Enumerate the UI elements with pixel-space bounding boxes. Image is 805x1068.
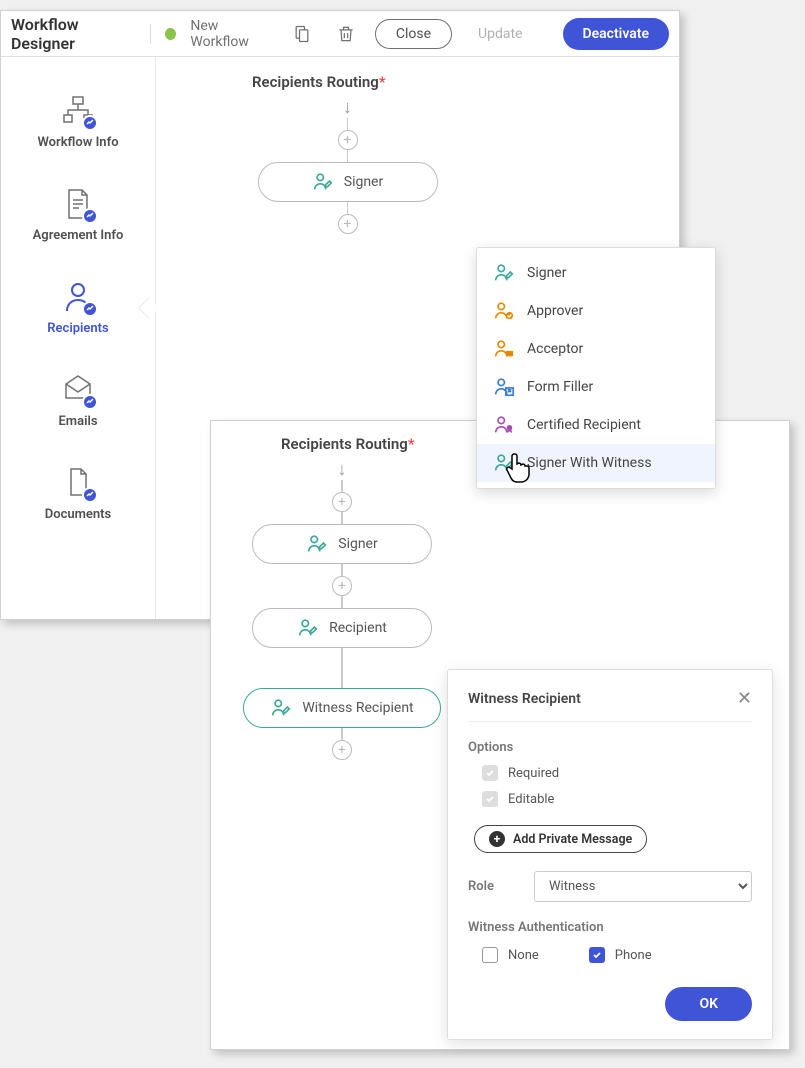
add-node-button[interactable]: + (332, 740, 352, 760)
sidebar-item-label: Emails (58, 414, 97, 429)
arrow-down-icon: ↓ (343, 97, 352, 118)
dropdown-item-form-filler[interactable]: Form Filler (477, 368, 715, 406)
checkbox-label: Editable (508, 792, 554, 807)
sidebar-item-label: Recipients (47, 321, 108, 336)
add-node-button[interactable]: + (338, 130, 358, 150)
approver-icon (493, 300, 515, 322)
form-filler-icon (493, 376, 515, 398)
signer-icon (297, 617, 319, 639)
recipient-node[interactable]: Recipient (252, 608, 432, 648)
status-dot-icon (165, 28, 176, 40)
dropdown-label: Acceptor (527, 341, 583, 357)
options-label: Options (468, 740, 752, 755)
node-label: Recipient (329, 620, 387, 636)
cursor-hand-icon (506, 452, 534, 488)
acceptor-icon (493, 338, 515, 360)
signer-icon (493, 262, 515, 284)
app-title: Workflow Designer (11, 15, 136, 53)
divider (150, 24, 151, 44)
auth-label: Witness Authentication (468, 920, 752, 935)
workflow-detail-window: Recipients Routing* ↓ + Signer + Recipie… (210, 420, 790, 1050)
node-label: Signer (338, 536, 377, 552)
editable-checkbox-row[interactable]: Editable (482, 791, 752, 807)
sidebar-item-recipients[interactable]: Recipients (1, 261, 155, 354)
dropdown-item-approver[interactable]: Approver (477, 292, 715, 330)
dropdown-item-certified-recipient[interactable]: Certified Recipient (477, 406, 715, 444)
witness-recipient-node[interactable]: Witness Recipient (243, 688, 440, 728)
none-checkbox-row[interactable]: None (482, 947, 539, 963)
signer-node[interactable]: Signer (252, 524, 432, 564)
clipboard-icon[interactable] (288, 18, 318, 50)
sidebar-item-emails[interactable]: Emails (1, 354, 155, 447)
person-icon (60, 279, 96, 315)
page-icon (60, 465, 96, 501)
envelope-icon (60, 372, 96, 408)
certified-icon (493, 414, 515, 436)
checkbox-label: None (508, 948, 539, 963)
node-label: Witness Recipient (302, 700, 413, 716)
dropdown-item-acceptor[interactable]: Acceptor (477, 330, 715, 368)
dropdown-label: Certified Recipient (527, 417, 641, 433)
checkbox-icon (482, 791, 498, 807)
signer-node[interactable]: Signer (258, 162, 438, 202)
sidebar-item-documents[interactable]: Documents (1, 447, 155, 540)
phone-checkbox-row[interactable]: Phone (589, 947, 652, 963)
required-checkbox-row[interactable]: Required (482, 765, 752, 781)
plus-icon: + (489, 831, 505, 847)
add-node-button[interactable]: + (332, 492, 352, 512)
checkbox-label: Required (508, 766, 559, 781)
signer-icon (270, 697, 292, 719)
status-label: New Workflow (190, 18, 273, 50)
node-label: Signer (344, 174, 383, 190)
signer-icon (306, 533, 328, 555)
panel-title: Witness Recipient (468, 691, 581, 707)
checkbox-icon (482, 947, 498, 963)
witness-recipient-panel: Witness Recipient ✕ Options Required Edi… (447, 669, 773, 1040)
update-button[interactable]: Update (466, 20, 534, 48)
ok-button[interactable]: OK (665, 987, 752, 1021)
dropdown-label: Form Filler (527, 379, 593, 395)
dropdown-label: Signer (527, 265, 566, 281)
checkbox-icon (589, 947, 605, 963)
arrow-down-icon: ↓ (338, 459, 347, 480)
add-node-button[interactable]: + (338, 214, 358, 234)
dropdown-label: Approver (527, 303, 583, 319)
checkbox-label: Phone (615, 948, 652, 963)
close-icon[interactable]: ✕ (737, 688, 752, 709)
toolbar: Workflow Designer New Workflow Close Upd… (1, 11, 679, 57)
close-button[interactable]: Close (375, 19, 452, 49)
dropdown-item-signer[interactable]: Signer (477, 254, 715, 292)
signer-icon (312, 171, 334, 193)
role-label: Role (468, 879, 494, 894)
dropdown-label: Signer With Witness (527, 455, 652, 471)
section-title: Recipients Routing* (252, 73, 663, 91)
add-node-button[interactable]: + (332, 576, 352, 596)
role-select[interactable]: Witness (534, 871, 752, 902)
trash-icon[interactable] (331, 18, 361, 50)
add-private-message-button[interactable]: + Add Private Message (474, 825, 647, 853)
checkbox-icon (482, 765, 498, 781)
deactivate-button[interactable]: Deactivate (563, 18, 669, 50)
sidebar-item-label: Documents (45, 507, 111, 522)
